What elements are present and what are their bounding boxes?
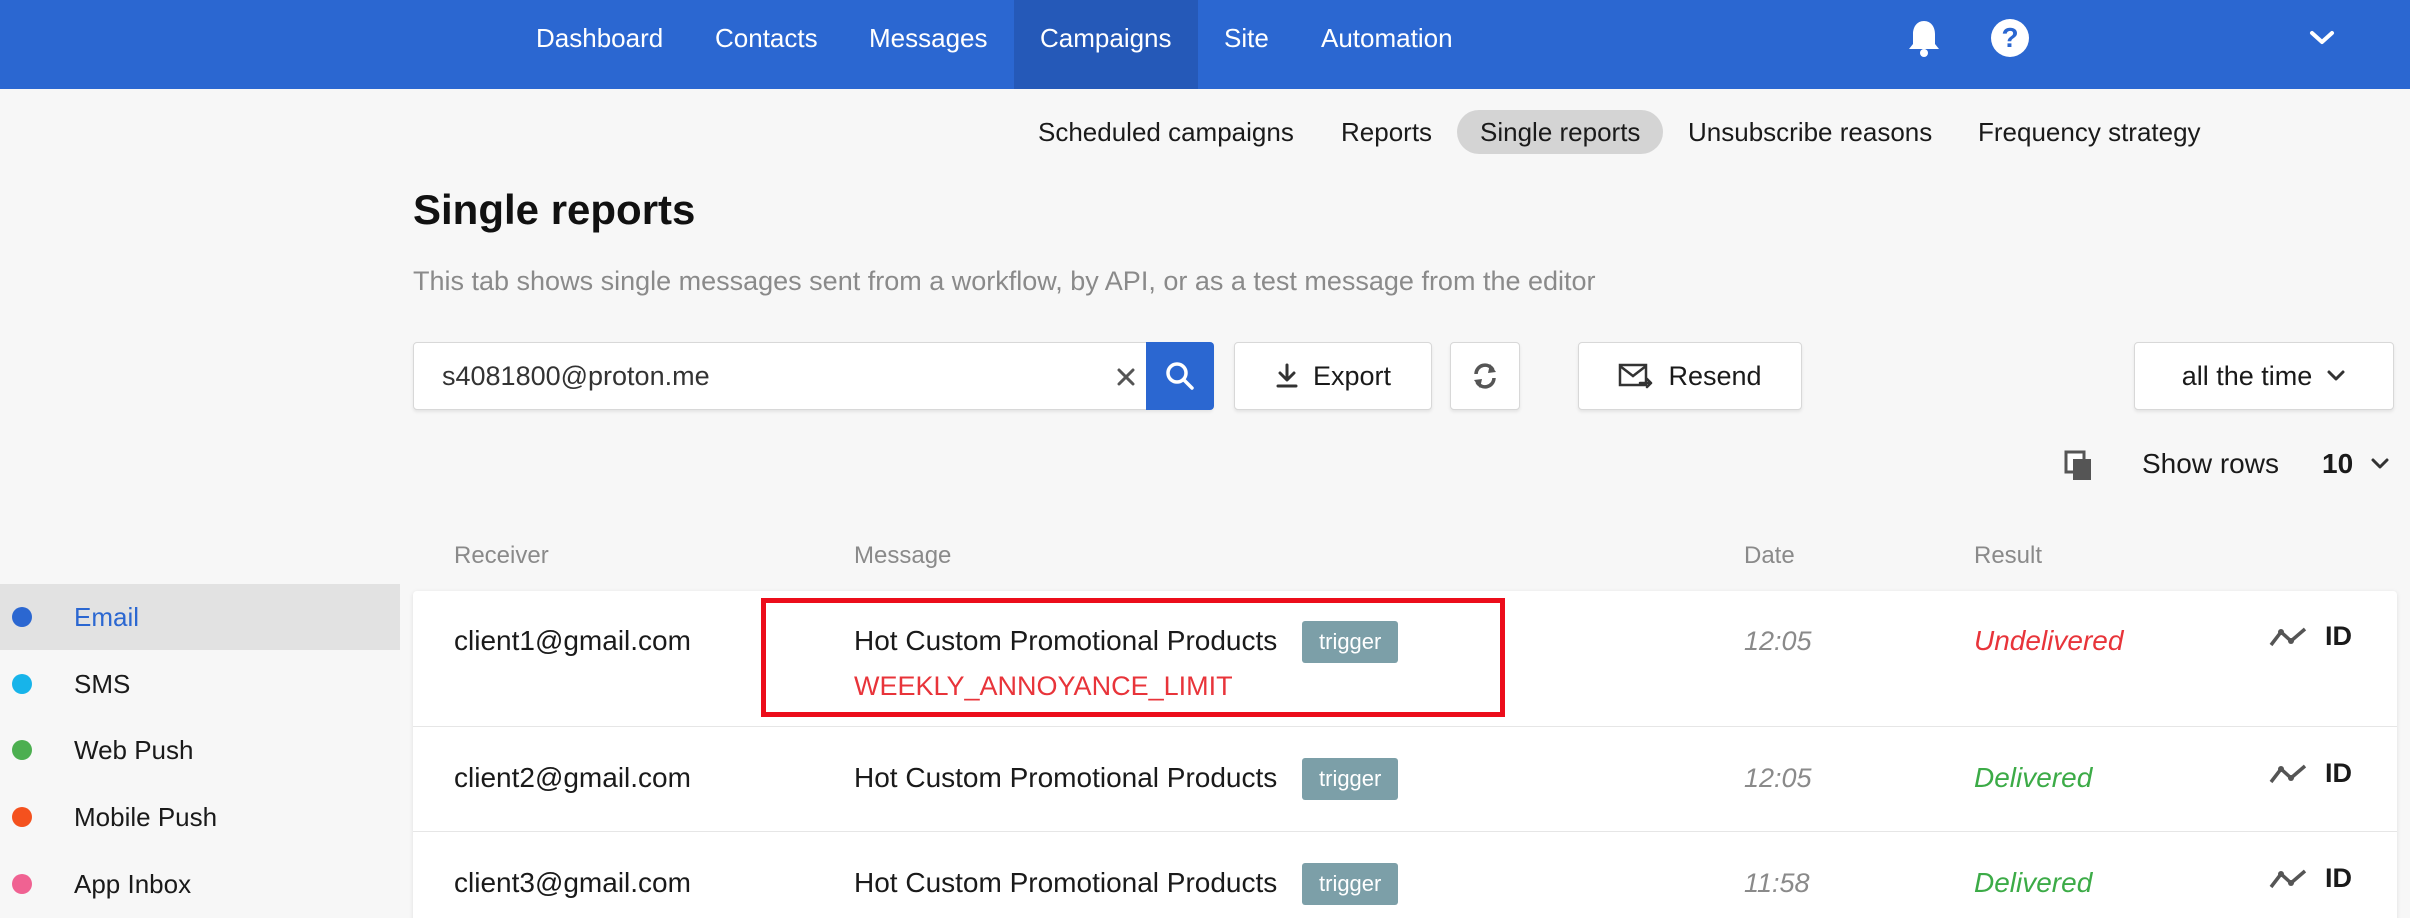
search-input[interactable]: [442, 343, 1082, 409]
sidebar-item-label: Mobile Push: [74, 801, 218, 832]
help-icon[interactable]: ?: [1988, 16, 2032, 60]
subnav-single-reports[interactable]: Single reports: [1457, 110, 1664, 154]
id-button[interactable]: ID: [2325, 621, 2352, 652]
receiver-cell: client1@gmail.com: [454, 625, 691, 656]
result-cell: Undelivered: [1974, 625, 2124, 656]
resend-button[interactable]: Resend: [1578, 342, 1802, 410]
period-label: all the time: [2181, 360, 2313, 391]
close-icon[interactable]: [1106, 357, 1146, 397]
date-cell: 11:58: [1744, 868, 1810, 898]
download-icon: [1276, 363, 1298, 388]
receiver-cell: client2@gmail.com: [454, 762, 691, 793]
subnav-frequency-strategy[interactable]: Frequency strategy: [1955, 110, 2224, 154]
nav-site[interactable]: Site: [1198, 0, 1295, 89]
top-navbar: Dashboard Contacts Messages Campaigns Si…: [0, 0, 2410, 89]
nav-automation[interactable]: Automation: [1295, 0, 1479, 89]
export-label: Export: [1312, 360, 1392, 391]
header-result: Result: [1974, 542, 2043, 569]
highlight-box: [761, 598, 1505, 717]
export-button[interactable]: Export: [1234, 342, 1432, 410]
page-title: Single reports: [413, 186, 696, 233]
date-cell: 12:05: [1744, 626, 1812, 656]
refresh-button[interactable]: [1450, 342, 1520, 410]
sidebar-item-mobile-push[interactable]: Mobile Push: [0, 784, 400, 850]
mobile-push-dot-icon: [12, 807, 32, 827]
sidebar-item-label: SMS: [74, 668, 131, 699]
trigger-badge: trigger: [1302, 758, 1399, 800]
id-button[interactable]: ID: [2325, 758, 2352, 789]
show-rows-select[interactable]: 10: [2322, 448, 2353, 480]
sidebar-item-sms[interactable]: SMS: [0, 651, 400, 717]
activity-icon[interactable]: [2268, 867, 2308, 896]
subnav-unsubscribe-reasons[interactable]: Unsubscribe reasons: [1665, 110, 1955, 154]
sms-dot-icon: [12, 674, 32, 694]
nav-dashboard[interactable]: Dashboard: [510, 0, 689, 89]
sidebar-item-label: Web Push: [74, 734, 194, 765]
subnav-reports[interactable]: Reports: [1318, 110, 1455, 154]
search-box: [413, 342, 1213, 410]
activity-icon[interactable]: [2268, 625, 2308, 654]
sidebar-item-email[interactable]: Email: [0, 584, 400, 650]
app-inbox-dot-icon: [12, 874, 32, 894]
activity-icon[interactable]: [2268, 762, 2308, 791]
search-button[interactable]: [1146, 342, 1214, 410]
bell-icon[interactable]: [1902, 16, 1946, 60]
result-cell: Delivered: [1974, 867, 2093, 898]
header-date: Date: [1744, 542, 1795, 569]
email-dot-icon: [12, 607, 32, 627]
nav-contacts[interactable]: Contacts: [689, 0, 844, 89]
resend-label: Resend: [1668, 360, 1762, 391]
message-cell[interactable]: Hot Custom Promotional Products: [854, 762, 1277, 794]
table-row[interactable]: client2@gmail.com Hot Custom Promotional…: [413, 727, 2397, 832]
show-rows-label: Show rows: [2142, 448, 2279, 479]
chevron-down-icon[interactable]: [2300, 16, 2344, 60]
table-row[interactable]: client3@gmail.com Hot Custom Promotional…: [413, 832, 2397, 918]
header-receiver: Receiver: [454, 542, 549, 569]
resend-icon: [1619, 363, 1653, 389]
nav-campaigns[interactable]: Campaigns: [1014, 0, 1198, 89]
message-cell[interactable]: Hot Custom Promotional Products: [854, 867, 1277, 899]
date-cell: 12:05: [1744, 763, 1812, 793]
search-icon: [1166, 362, 1194, 390]
sidebar-item-label: App Inbox: [74, 868, 192, 899]
header-message: Message: [854, 542, 952, 569]
page-description: This tab shows single messages sent from…: [413, 266, 1596, 296]
id-button[interactable]: ID: [2325, 863, 2352, 894]
sidebar-item-label: Email: [74, 601, 140, 632]
subnav-scheduled-campaigns[interactable]: Scheduled campaigns: [1015, 110, 1317, 154]
result-cell: Delivered: [1974, 762, 2093, 793]
nav-messages[interactable]: Messages: [843, 0, 1014, 89]
trigger-badge: trigger: [1302, 863, 1399, 905]
refresh-icon: [1474, 363, 1496, 389]
period-dropdown[interactable]: all the time: [2134, 342, 2394, 410]
web-push-dot-icon: [12, 740, 32, 760]
receiver-cell: client3@gmail.com: [454, 867, 691, 898]
copy-icon[interactable]: [2064, 450, 2094, 487]
sidebar-item-app-inbox[interactable]: App Inbox: [0, 851, 400, 917]
sidebar-item-web-push[interactable]: Web Push: [0, 717, 400, 783]
chevron-down-icon[interactable]: [2370, 457, 2390, 476]
chevron-down-icon: [2327, 370, 2345, 381]
